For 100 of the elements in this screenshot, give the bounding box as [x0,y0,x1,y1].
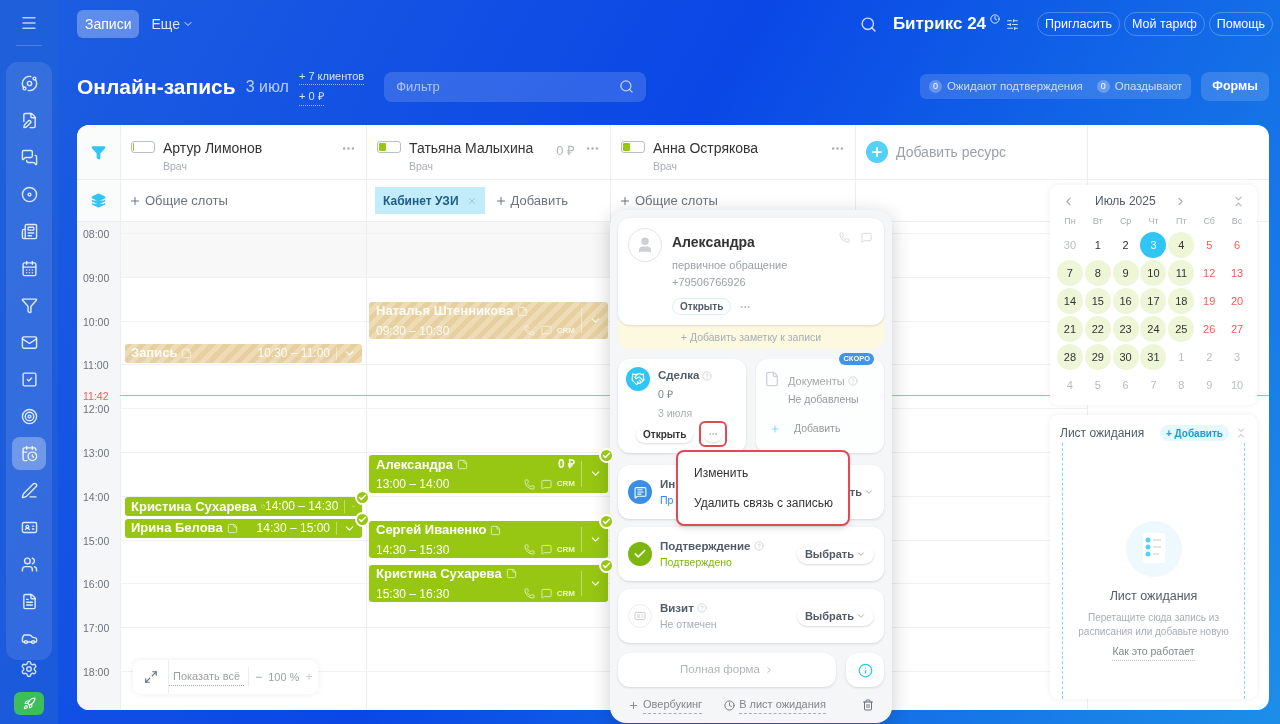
resource-name[interactable]: Анна Острякова [653,138,759,159]
close-icon[interactable] [466,195,477,206]
add-slot-link[interactable]: Добавить [494,190,568,211]
room-tag[interactable]: Кабинет УЗИ [375,187,485,214]
sliders-icon[interactable] [1006,17,1020,31]
trash-icon[interactable] [862,699,874,711]
counter-label[interactable]: Ожидают подтверждения [946,77,1083,96]
counter-label[interactable]: Опаздывают [1114,77,1183,96]
calendar-day[interactable]: 25 [1168,316,1195,342]
calendar-day[interactable]: 4 [1168,232,1195,258]
file-pen-icon [20,112,38,129]
calendar-day[interactable]: 26 [1196,316,1223,342]
calendar-day[interactable]: 8 [1168,372,1195,398]
add-slot-link[interactable]: Общие слоты [129,190,228,211]
menu-item[interactable]: Удалить связь с записью [678,488,848,518]
calendar-day[interactable]: 9 [1196,372,1223,398]
stat-link[interactable]: + 0 ₽ [298,88,324,106]
calendar-day[interactable]: 21 [1056,316,1083,342]
calendar-day[interactable]: 9 [1112,260,1139,286]
appointment-block[interactable]: Сергей Иваненко 14:30 – 15:30 CRM [369,520,608,559]
search-icon[interactable] [859,15,877,33]
select-button[interactable]: ть [849,483,874,501]
overbooking-link[interactable]: Овербукинг [643,696,703,714]
calendar-day[interactable]: 10 [1140,260,1167,286]
calendar-day[interactable]: 3 [1224,344,1251,370]
calendar-day[interactable]: 23 [1112,316,1139,342]
filter-icon[interactable] [91,144,106,160]
calendar-day[interactable]: 4 [1056,372,1083,398]
calendar-day[interactable]: 20 [1224,288,1251,314]
note-icon [456,458,468,470]
forms-button[interactable]: Формы [1201,72,1269,101]
calendar-day[interactable]: 11 [1168,260,1195,286]
add-button[interactable]: + Добавить [1159,425,1229,441]
sidebar-item[interactable] [12,437,46,470]
calendar-day[interactable]: 10 [1224,372,1251,398]
calendar-day[interactable]: 1 [1168,344,1195,370]
calendar-day[interactable]: 2 [1196,344,1223,370]
documents-status: Не добавлены [788,391,859,407]
show-all-link[interactable]: Показать всё [169,668,245,686]
full-form-button[interactable]: Полная форма [618,653,836,687]
client-name[interactable]: Александра [672,232,788,253]
calendar-day[interactable]: 18 [1168,288,1195,314]
resource-name[interactable]: Татьяна Малыхина [409,138,534,159]
menu-item[interactable]: Изменить [678,458,848,488]
collapse-icon[interactable] [1232,194,1245,208]
calendar-day[interactable]: 16 [1112,288,1139,314]
select-button[interactable]: Выбрать [796,606,874,626]
calendar-day[interactable]: 8 [1084,260,1111,286]
add-slot-link[interactable]: Общие слоты [619,190,718,211]
calendar-day[interactable]: 5 [1084,372,1111,398]
stat-link[interactable]: + 7 клиентов [298,67,365,85]
open-button[interactable]: Открыть [636,425,694,443]
settings-button[interactable] [20,660,38,678]
calendar-day[interactable]: 6 [1224,232,1251,258]
appointment-block[interactable]: Ирина Белова 14:30 – 15:00 [125,518,362,538]
nav-tab[interactable]: Записи [77,10,140,38]
phone-icon[interactable] [839,232,850,243]
calendar-day[interactable]: 2 [1112,232,1139,258]
calendar-day[interactable]: 7 [1056,260,1083,286]
select-button[interactable]: Выбрать [796,544,874,564]
info-button[interactable] [846,653,884,687]
chat-icon[interactable] [861,232,872,243]
deal-title: Сделка [658,368,700,383]
collapse-icon[interactable] [1235,427,1247,439]
add-resource-link[interactable]: Добавить ресурс [896,141,1006,163]
zoom-out-button[interactable]: − [249,668,269,686]
rocket-button[interactable] [14,692,44,715]
calendar-day[interactable]: 12 [1196,260,1223,286]
calendar-day[interactable]: 19 [1196,288,1223,314]
help-icon[interactable] [702,370,713,381]
section-status: Подтверждено [660,554,733,570]
calendar-day[interactable]: 7 [1140,372,1167,398]
calendar-day[interactable]: 28 [1056,344,1083,370]
calendar-day[interactable]: 1 [1084,232,1111,258]
calendar-day[interactable]: 31 [1140,344,1167,370]
calendar-day[interactable]: 17 [1140,288,1167,314]
add-resource-icon[interactable] [866,141,888,163]
appointment-block[interactable]: Александра 0 ₽ 13:00 – 14:00 CRM [369,455,608,493]
layers-icon[interactable] [91,193,106,208]
calendar-day[interactable]: 15 [1084,288,1111,314]
calendar-day[interactable]: 6 [1112,372,1139,398]
help-link[interactable]: Как это работает [1112,643,1195,661]
appointment-block[interactable]: Кристина Сухарева 15:30 – 16:30 CRM [369,564,608,603]
nav-tab[interactable]: Еще [143,10,202,38]
calendar-day[interactable]: 30 [1112,344,1139,370]
calendar-day[interactable]: 30 [1056,232,1083,258]
calendar-day[interactable]: 29 [1084,344,1111,370]
calendar-day[interactable]: 22 [1084,316,1111,342]
calendar-day[interactable]: 24 [1140,316,1167,342]
client-name: Кристина Сухарева [376,565,502,584]
calendar-day[interactable]: 14 [1056,288,1083,314]
search-icon[interactable] [619,78,635,94]
help-icon[interactable] [696,603,707,614]
calendar-day[interactable]: 13 [1224,260,1251,286]
resource-name[interactable]: Артур Лимонов [163,138,263,159]
calendar-day[interactable]: 5 [1196,232,1223,258]
calendar-day[interactable]: 27 [1224,316,1251,342]
help-icon[interactable] [753,541,764,552]
waitlist-link[interactable]: В лист ожидания [739,696,826,714]
calendar-day[interactable]: 3 [1140,232,1167,258]
